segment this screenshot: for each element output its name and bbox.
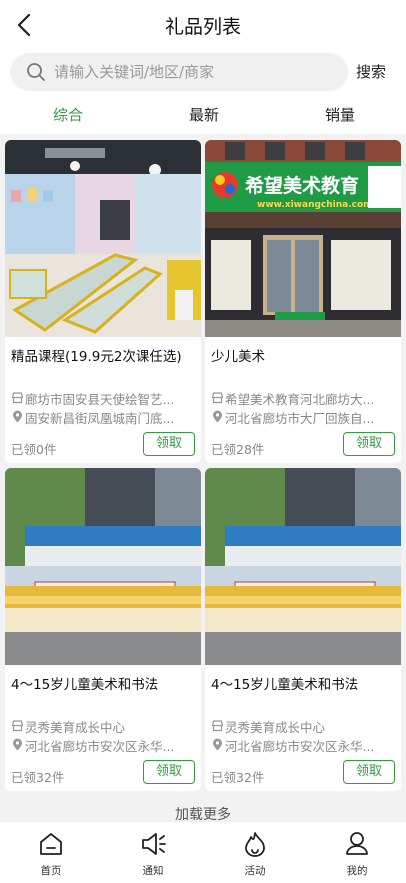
location-pin-icon [13, 738, 22, 751]
bottom-nav: 首页 通知 活动 我的 [0, 821, 406, 883]
merchant-name: 廊坊市固安县天使绘智艺... [25, 392, 175, 407]
flame-icon [245, 832, 265, 857]
address-text: 河北省廊坊市大厂回族自... [225, 411, 375, 426]
claim-button[interactable]: 领取 [343, 760, 395, 784]
nav-label: 通知 [142, 865, 164, 877]
claim-button[interactable]: 领取 [143, 760, 195, 784]
tab-latest[interactable]: 最新 [164, 104, 244, 125]
search-input[interactable] [54, 53, 339, 91]
tab-sales[interactable]: 销量 [300, 104, 380, 125]
merchant-row: 希望美术教育河北廊坊大... [211, 389, 397, 407]
merchant-name: 灵秀美育成长中心 [225, 720, 326, 735]
speaker-icon [142, 833, 166, 855]
nav-item-notice[interactable]: 通知 [113, 822, 193, 883]
location-pin-icon [13, 410, 22, 423]
search-button[interactable]: 搜索 [356, 61, 386, 82]
address-row: 河北省廊坊市安次区永华... [211, 736, 397, 754]
search-box [10, 53, 348, 91]
gift-card[interactable]: 4～15岁儿童美术和书法 灵秀美育成长中心 河北省廊坊市安次区永华... 已领3… [5, 468, 201, 791]
merchant-icon [211, 720, 224, 732]
address-row: 固安新昌街凤凰城南门底... [11, 408, 197, 426]
nav-label: 我的 [346, 865, 368, 877]
nav-item-activity[interactable]: 活动 [215, 822, 295, 883]
nav-item-home[interactable]: 首页 [11, 822, 91, 883]
address-text: 河北省廊坊市安次区永华... [225, 739, 375, 754]
received-count: 已领28件 [211, 442, 265, 457]
user-icon [346, 832, 368, 855]
merchant-row: 灵秀美育成长中心 [11, 717, 197, 735]
search-icon [27, 63, 45, 81]
address-row: 河北省廊坊市安次区永华... [11, 736, 197, 754]
gift-name: 少儿美术 [211, 349, 265, 365]
gift-list-page: 礼品列表 搜索 综合 最新 销量 [0, 0, 406, 883]
claim-button[interactable]: 领取 [143, 432, 195, 456]
location-pin-icon [213, 738, 222, 751]
nav-label: 首页 [40, 865, 62, 877]
storefront-sign-text: 希望美术教育 [245, 174, 359, 197]
location-pin-icon [213, 410, 222, 423]
gift-card[interactable]: 4～15岁儿童美术和书法 灵秀美育成长中心 河北省廊坊市安次区永华... 已领3… [205, 468, 401, 791]
nav-label: 活动 [244, 865, 266, 877]
storefront-photo: 希望美术教育 www.xiwangchina.com [205, 140, 401, 337]
merchant-row: 灵秀美育成长中心 [211, 717, 397, 735]
received-count: 已领32件 [11, 770, 65, 785]
merchant-icon [11, 392, 24, 404]
gift-card[interactable]: 希望美术教育 www.xiwangchina.com 少儿美术 希望美术教育河北… [205, 140, 401, 463]
merchant-name: 希望美术教育河北廊坊大... [225, 392, 375, 407]
group-photo [205, 468, 401, 665]
address-row: 河北省廊坊市大厂回族自... [211, 408, 397, 426]
storefront-sign-url: www.xiwangchina.com [257, 200, 373, 210]
tab-comprehensive[interactable]: 综合 [28, 104, 108, 125]
gift-card[interactable]: 精品课程(19.9元2次课任选) 廊坊市固安县天使绘智艺... 固安新昌街凤凰城… [5, 140, 201, 463]
claim-button[interactable]: 领取 [343, 432, 395, 456]
group-photo [5, 468, 201, 665]
header-bar: 礼品列表 [0, 0, 406, 50]
merchant-row: 廊坊市固安县天使绘智艺... [11, 389, 197, 407]
received-count: 已领0件 [11, 442, 57, 457]
address-text: 固安新昌街凤凰城南门底... [25, 411, 175, 426]
gift-name: 4～15岁儿童美术和书法 [211, 677, 359, 693]
merchant-icon [211, 392, 224, 404]
gift-name: 精品课程(19.9元2次课任选) [11, 349, 182, 365]
received-count: 已领32件 [211, 770, 265, 785]
sort-tabs: 综合 最新 销量 [0, 96, 406, 134]
search-bar: 搜索 [0, 50, 406, 96]
merchant-icon [11, 720, 24, 732]
nav-item-mine[interactable]: 我的 [317, 822, 397, 883]
merchant-name: 灵秀美育成长中心 [25, 720, 126, 735]
gift-name: 4～15岁儿童美术和书法 [11, 677, 159, 693]
address-text: 河北省廊坊市安次区永华... [25, 739, 175, 754]
classroom-photo [5, 140, 201, 337]
page-title: 礼品列表 [164, 16, 241, 38]
home-icon [40, 833, 62, 855]
